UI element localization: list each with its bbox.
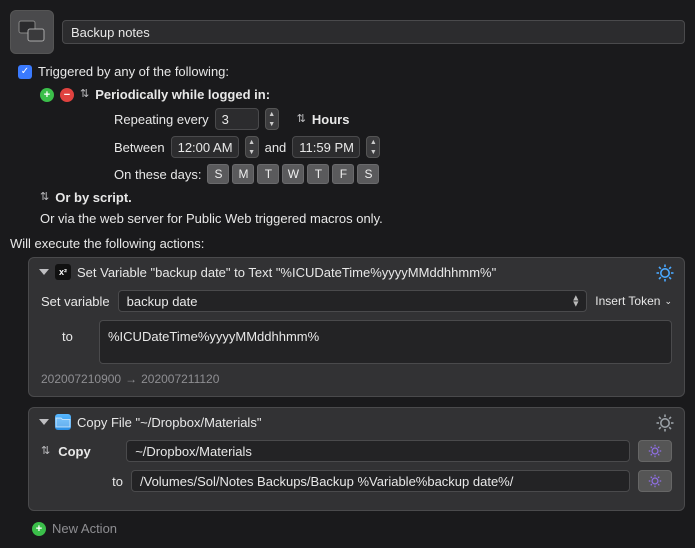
action-set-variable: x² Set Variable "backup date" to Text "%… [28,257,685,397]
add-trigger-button[interactable]: + [40,88,54,102]
source-gear-button[interactable] [638,440,672,462]
and-label: and [265,140,287,155]
unit-sort-icon[interactable]: ⇅ [297,114,306,125]
repeat-unit-dropdown[interactable]: Hours [312,112,350,127]
between-start-input[interactable] [171,136,239,158]
day-sat[interactable]: S [357,164,379,184]
days-label: On these days: [114,167,201,182]
to-label: to [62,329,73,344]
day-mon[interactable]: M [232,164,254,184]
new-action-label[interactable]: New Action [52,521,117,536]
or-script-label[interactable]: Or by script. [55,190,132,205]
sort-icon[interactable]: ⇅ [80,89,89,100]
repeat-stepper[interactable]: ▲▼ [265,108,279,130]
between-end-input[interactable] [292,136,360,158]
action-title: Copy File "~/Dropbox/Materials" [77,415,261,430]
sort-icon[interactable]: ⇅ [41,446,50,457]
macro-title-input[interactable] [62,20,685,44]
or-web-label: Or via the web server for Public Web tri… [40,211,383,226]
dest-path-input[interactable]: /Volumes/Sol/Notes Backups/Backup %Varia… [131,470,630,492]
macro-icon[interactable] [10,10,54,54]
variable-value-textarea[interactable]: to %ICUDateTime%yyyyMMddhhmm% [99,320,672,364]
day-thu[interactable]: T [307,164,329,184]
repeating-label: Repeating every [114,112,209,127]
day-tue[interactable]: T [257,164,279,184]
day-fri[interactable]: F [332,164,354,184]
day-wed[interactable]: W [282,164,304,184]
set-variable-label: Set variable [41,294,110,309]
triggered-checkbox[interactable]: ✓ [18,65,32,79]
execute-label: Will execute the following actions: [10,236,685,251]
variable-name-select[interactable]: backup date ▲▼ [118,290,588,312]
between-end-stepper[interactable]: ▲▼ [366,136,380,158]
gear-icon[interactable] [656,264,674,282]
disclosure-icon[interactable] [39,419,49,425]
sort-icon[interactable]: ⇅ [40,192,49,203]
between-start-stepper[interactable]: ▲▼ [245,136,259,158]
copy-label[interactable]: Copy [58,444,118,459]
periodic-trigger-label[interactable]: Periodically while logged in: [95,87,270,102]
variable-icon: x² [55,264,71,280]
value-preview: 202007210900→202007211120 [29,364,684,386]
add-action-button[interactable]: + [32,522,46,536]
remove-trigger-button[interactable]: − [60,88,74,102]
gear-icon[interactable] [656,414,674,432]
action-title: Set Variable "backup date" to Text "%ICU… [77,265,496,280]
between-label: Between [114,140,165,155]
folder-icon [55,414,71,430]
source-path-input[interactable]: ~/Dropbox/Materials [126,440,630,462]
dest-gear-button[interactable] [638,470,672,492]
triggered-label: Triggered by any of the following: [38,64,229,79]
days-row: S M T W T F S [207,164,379,184]
action-copy-file: Copy File "~/Dropbox/Materials" ⇅ Copy ~… [28,407,685,511]
to-label: to [63,474,123,489]
day-sun[interactable]: S [207,164,229,184]
insert-token-button[interactable]: Insert Token ⌄ [595,294,672,308]
disclosure-icon[interactable] [39,269,49,275]
repeat-value-input[interactable] [215,108,259,130]
